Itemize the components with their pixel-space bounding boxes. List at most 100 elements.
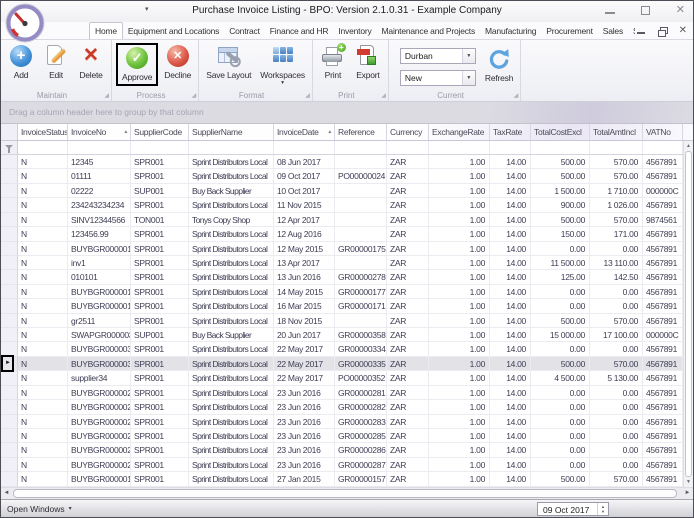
grid-row[interactable]: NBUYBGR00000157SPR001Sprint Distributors… — [1, 472, 693, 486]
column-header-vatno[interactable]: VATNo — [643, 124, 683, 140]
grid-row[interactable]: NBUYBGR00000171SPR001Sprint Distributors… — [1, 299, 693, 313]
refresh-button[interactable]: Refresh — [482, 43, 516, 84]
grid-row[interactable]: NBUYBGR00000334SPR001Sprint Distributors… — [1, 342, 693, 356]
cell-invoicedate: 22 May 2017 — [274, 342, 335, 356]
grid-row[interactable]: NBUYBGR00000281SPR001Sprint Distributors… — [1, 386, 693, 400]
vertical-scrollbar-thumb[interactable] — [685, 151, 692, 477]
column-header-totalcostexcl[interactable]: TotalCostExcl — [531, 124, 590, 140]
grid-row[interactable]: NBUYBGR00000283SPR001Sprint Distributors… — [1, 415, 693, 429]
cell-suppliercode: SPR001 — [131, 198, 189, 212]
tab-finance-and-hr[interactable]: Finance and HR — [265, 23, 334, 39]
column-header-invoicestatus[interactable]: InvoiceStatus — [18, 124, 68, 140]
scroll-right-icon[interactable]: ► — [682, 488, 693, 499]
minimize-button[interactable] — [605, 12, 615, 14]
workspaces-button[interactable]: Workspaces ▼ — [257, 43, 308, 86]
mdi-close-button[interactable]: ✕ — [679, 26, 687, 35]
filter-cell-invoicedate[interactable] — [274, 141, 335, 154]
filter-cell-suppliercode[interactable] — [131, 141, 189, 154]
grid-row[interactable]: Nsupplier34SPR001Sprint Distributors Loc… — [1, 371, 693, 385]
state-combo[interactable]: New ▼ — [400, 70, 476, 86]
maximize-button[interactable] — [641, 6, 650, 15]
filter-cell-exchangerate[interactable] — [429, 141, 490, 154]
filter-cell-taxrate[interactable] — [490, 141, 531, 154]
column-header-totalamtincl[interactable]: TotalAmtIncl — [590, 124, 643, 140]
column-header-invoicedate[interactable]: InvoiceDate▲ — [274, 124, 335, 140]
grid-row[interactable]: NBUYBGR00000286SPR001Sprint Distributors… — [1, 443, 693, 457]
filter-cell-invoicestatus[interactable] — [18, 141, 68, 154]
filter-cell-totalamtincl[interactable] — [590, 141, 643, 154]
dialog-launcher-icon[interactable]: ◢ — [381, 93, 386, 99]
app-logo-gauge-icon[interactable] — [5, 3, 45, 43]
horizontal-scrollbar-thumb[interactable] — [13, 489, 677, 498]
scroll-down-icon[interactable]: ▼ — [684, 477, 693, 487]
column-header-suppliercode[interactable]: SupplierCode — [131, 124, 189, 140]
quick-access-dropdown-icon[interactable]: ▾ — [145, 5, 149, 13]
grid-row[interactable]: N01111SPR001Sprint Distributors Local09 … — [1, 169, 693, 183]
grid-row[interactable]: NSINV12344566TON001Tonys Copy Shop12 Apr… — [1, 213, 693, 227]
tab-contract[interactable]: Contract — [224, 23, 265, 39]
column-header-taxrate[interactable]: TaxRate — [490, 124, 531, 140]
grid-row[interactable]: N234243234234SPR001Sprint Distributors L… — [1, 198, 693, 212]
cell-invoiceno: BUYBGR00000283 — [68, 415, 131, 429]
cell-currency: ZAR — [387, 285, 429, 299]
column-header-exchangerate[interactable]: ExchangeRate — [429, 124, 490, 140]
grid-row[interactable]: N123456.99SPR001Sprint Distributors Loca… — [1, 227, 693, 241]
tab-inventory[interactable]: Inventory — [333, 23, 376, 39]
horizontal-scrollbar[interactable]: ◄ ► — [1, 487, 693, 499]
grid-row[interactable]: NBUYBGR00000175SPR001Sprint Distributors… — [1, 242, 693, 256]
grid-row[interactable]: N02222SUP001Buy Back Supplier10 Oct 2017… — [1, 184, 693, 198]
dialog-launcher-icon[interactable]: ◢ — [305, 93, 310, 99]
filter-cell-vatno[interactable] — [643, 141, 683, 154]
export-button[interactable]: Export — [352, 43, 384, 81]
tab-service[interactable]: Service — [628, 23, 635, 39]
edit-button[interactable]: Edit — [40, 43, 72, 81]
print-button[interactable]: + Print — [317, 43, 349, 81]
approve-button[interactable]: ✓ Approve — [116, 43, 158, 86]
grid-row[interactable]: NSWAPGR00000358SUP001Buy Back Supplier20… — [1, 328, 693, 342]
grid-row[interactable]: Ngr2511SPR001Sprint Distributors Local18… — [1, 314, 693, 328]
grid-row[interactable]: NBUYBGR00000282SPR001Sprint Distributors… — [1, 400, 693, 414]
tab-manufacturing[interactable]: Manufacturing — [480, 23, 541, 39]
filter-cell-suppliername[interactable] — [189, 141, 274, 154]
cell-reference — [335, 198, 387, 212]
site-combo[interactable]: Durban ▼ — [400, 48, 476, 64]
grid-row[interactable]: Ninv1SPR001Sprint Distributors Local13 A… — [1, 256, 693, 270]
close-button[interactable]: ✕ — [676, 5, 685, 15]
add-button[interactable]: + Add — [5, 43, 37, 81]
dialog-launcher-icon[interactable]: ◢ — [192, 93, 197, 99]
dialog-launcher-icon[interactable]: ◢ — [514, 93, 519, 99]
mdi-restore-button[interactable] — [658, 27, 666, 35]
column-header-invoiceno[interactable]: InvoiceNo▲ — [68, 124, 131, 140]
tab-home[interactable]: Home — [89, 22, 123, 39]
tab-equipment-and-locations[interactable]: Equipment and Locations — [123, 23, 224, 39]
delete-button[interactable]: ✕ Delete — [75, 43, 107, 81]
grid-row[interactable]: N12345SPR001Sprint Distributors Local08 … — [1, 155, 693, 169]
tab-sales[interactable]: Sales — [598, 23, 628, 39]
scroll-left-icon[interactable]: ◄ — [1, 488, 12, 499]
column-header-suppliername[interactable]: SupplierName — [189, 124, 274, 140]
column-header-currency[interactable]: Currency — [387, 124, 429, 140]
filter-cell-totalcostexcl[interactable] — [531, 141, 590, 154]
cell-suppliername: Sprint Distributors Local — [189, 429, 274, 443]
decline-button[interactable]: ✕ Decline — [161, 43, 194, 86]
tab-maintenance-and-projects[interactable]: Maintenance and Projects — [377, 23, 480, 39]
open-windows-button[interactable]: Open Windows ▾ — [7, 504, 72, 514]
grid-row[interactable]: ►NBUYBGR00000335SPR001Sprint Distributor… — [1, 357, 693, 371]
scroll-up-icon[interactable]: ▲ — [684, 141, 693, 151]
vertical-scrollbar[interactable]: ▲ ▼ — [683, 141, 693, 487]
save-layout-button[interactable]: Save Layout — [203, 43, 254, 86]
filter-cell-invoiceno[interactable] — [68, 141, 131, 154]
tab-procurement[interactable]: Procurement — [541, 23, 597, 39]
grid-row[interactable]: NBUYBGR00000287SPR001Sprint Distributors… — [1, 458, 693, 472]
column-header-reference[interactable]: Reference — [335, 124, 387, 140]
date-spinner[interactable]: ▲▼ — [597, 503, 608, 515]
date-field[interactable]: 09 Oct 2017 ▲▼ — [537, 502, 609, 516]
grid-row[interactable]: NBUYBGR00000177SPR001Sprint Distributors… — [1, 285, 693, 299]
grid-row[interactable]: NBUYBGR00000285SPR001Sprint Distributors… — [1, 429, 693, 443]
filter-cell-reference[interactable] — [335, 141, 387, 154]
filter-cell-currency[interactable] — [387, 141, 429, 154]
grid-row[interactable]: N010101SPR001Sprint Distributors Local13… — [1, 270, 693, 284]
dialog-launcher-icon[interactable]: ◢ — [104, 93, 109, 99]
mdi-minimize-button[interactable] — [637, 32, 645, 34]
group-by-panel[interactable]: Drag a column header here to group by th… — [1, 102, 693, 124]
